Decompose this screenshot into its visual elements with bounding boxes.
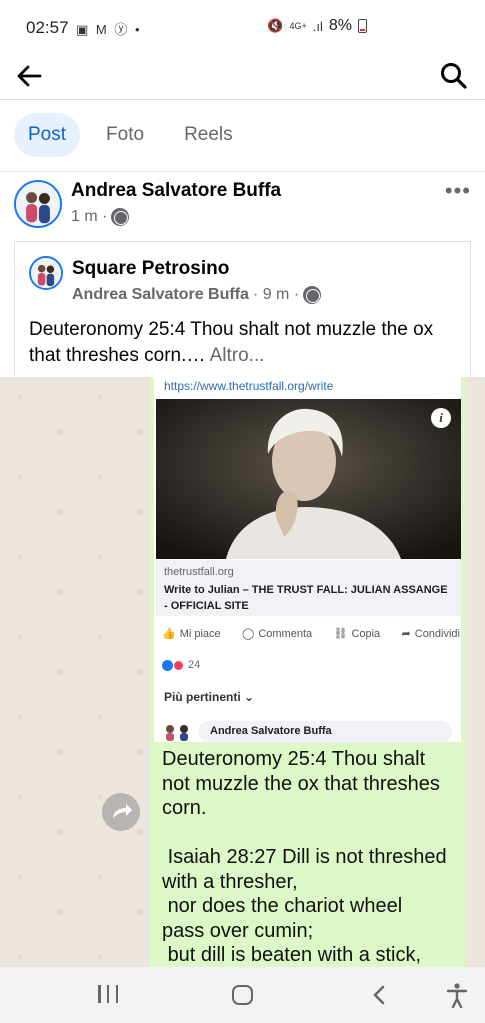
post-header: Andrea Salvatore Buffa 1 m · ••• [14,178,485,234]
link-title: Write to Julian – THE TRUST FALL: JULIAN… [164,584,448,612]
embedded-screenshot: https://www.thetrustfall.org/write i the… [154,377,461,743]
comment-avatar [166,725,188,741]
post-time: 1 m · [71,208,108,225]
forward-icon [102,793,140,831]
link-domain: thetrustfall.org [164,566,234,578]
like-reaction-icon [162,659,173,671]
shared-page-avatar[interactable] [29,256,63,290]
portrait-photo: i [156,399,461,559]
accessibility-icon[interactable] [444,981,470,1009]
like-action: 👍 Mi piace [162,627,221,641]
see-more-link[interactable]: Altro... [210,345,265,366]
post-author-name[interactable]: Andrea Salvatore Buffa [71,180,281,202]
info-icon: i [431,408,451,428]
home-icon[interactable] [232,985,253,1005]
comment-row: Andrea Salvatore Buffa [162,721,452,743]
shared-post-card[interactable]: Square Petrosino Andrea Salvatore Buffa … [14,241,471,377]
search-icon[interactable] [439,61,469,91]
comment-action: ◯ Commenta [242,627,313,641]
system-back-icon[interactable] [367,981,391,1009]
network-label: 4G+ [289,21,307,31]
globe-icon [111,208,130,226]
link-url: https://www.thetrustfall.org/write [164,379,334,393]
signal-icon: .ıl [312,18,323,34]
top-nav [0,56,485,100]
system-nav-bar [0,967,485,1023]
comment-author: Andrea Salvatore Buffa [198,721,452,743]
notification-icons: ▣ M ⓨ • [76,22,142,37]
status-time: 02:57 [26,18,69,37]
shared-by-name[interactable]: Andrea Salvatore Buffa [72,286,249,304]
reactions: 24 [162,659,200,671]
share-label: Condividi [414,627,460,640]
battery-percent: 8% [328,17,352,34]
copy-label: Copia [351,627,381,640]
love-reaction-icon [173,659,184,671]
link-preview: thetrustfall.org Write to Julian – THE T… [156,560,461,616]
tab-post[interactable]: Post [14,113,81,157]
tab-reels[interactable]: Reels [170,113,247,157]
back-arrow-icon[interactable] [14,61,44,91]
globe-icon [303,286,322,304]
post-meta: 1 m · [71,208,130,226]
recents-icon[interactable] [98,985,118,1005]
status-right: 🔇 4G+ .ıl 8% [267,17,367,35]
battery-icon [358,19,367,33]
message-text: Deuteronomy 25:4 Thou shalt not muzzle t… [162,748,447,966]
shared-post-text: Deuteronomy 25:4 Thou shalt not muzzle t… [29,317,459,369]
status-bar: 02:57 ▣ M ⓨ • 🔇 4G+ .ıl 8% [0,0,485,56]
shared-time: · 9 m · [252,286,300,303]
reaction-count: 24 [188,659,201,671]
share-action: ➦ Condividi [401,627,460,641]
more-options-icon[interactable]: ••• [445,178,471,204]
mute-icon: 🔇 [267,18,284,33]
divider [0,171,485,172]
copy-action: ⛓ Copia [333,627,381,641]
post-image[interactable]: https://www.thetrustfall.org/write i the… [0,377,485,967]
filter-tabs: Post Foto Reels [14,113,247,157]
relevance-filter: Più pertinenti ⌄ [164,690,255,704]
embedded-actions: 👍 Mi piace ◯ Commenta ⛓ Copia ➦ Condividi [162,627,460,641]
shared-page-name[interactable]: Square Petrosino [72,258,229,280]
tab-foto[interactable]: Foto [92,113,158,157]
comment-label: Commenta [258,627,313,640]
shared-meta: Andrea Salvatore Buffa · 9 m · [72,286,322,304]
like-label: Mi piace [179,627,221,640]
author-avatar[interactable] [14,180,62,228]
